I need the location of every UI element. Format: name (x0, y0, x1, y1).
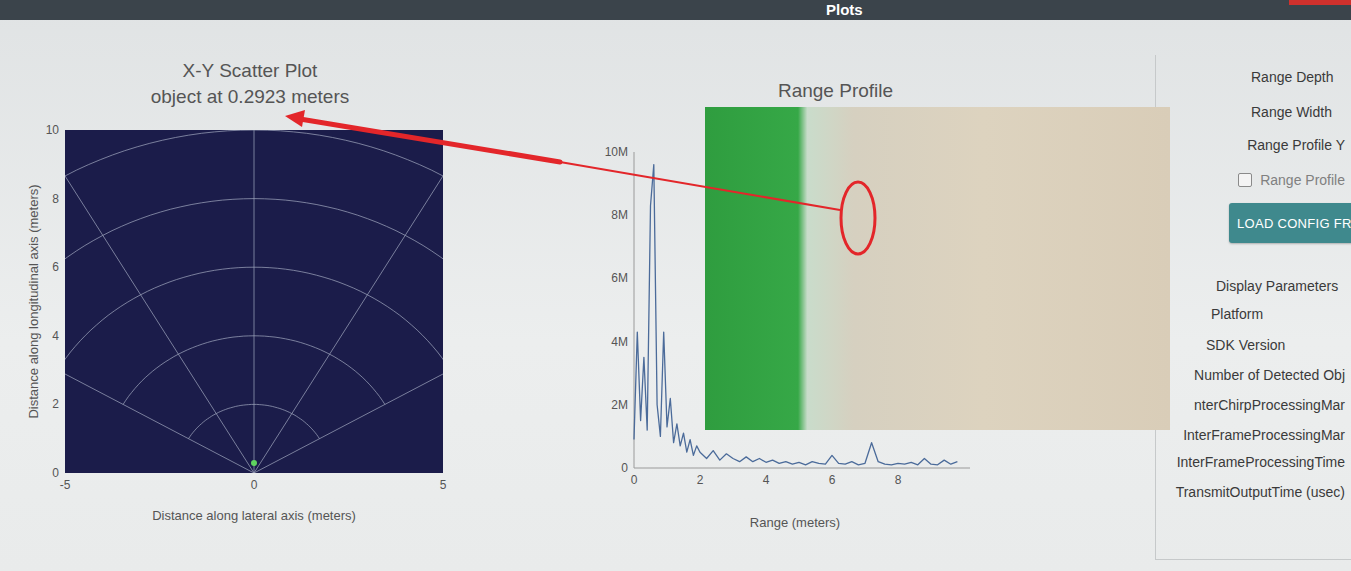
settings-row: Display Parameters (1156, 276, 1351, 296)
x-axis (634, 468, 970, 469)
setting-label: Range Depth (1251, 69, 1334, 85)
setting-label: InterFrameProcessingTime (1177, 454, 1345, 470)
range-profile-titles: Range Profile (480, 78, 1155, 104)
setting-label: Number of Detected Obj (1194, 367, 1345, 383)
settings-row: TransmitOutputTime (usec) (1156, 482, 1351, 502)
checkbox-label[interactable]: Range Profile (1260, 172, 1345, 188)
range-profile-checkbox[interactable] (1238, 173, 1252, 187)
x-tick-label: 2 (697, 473, 704, 487)
settings-row: LOAD CONFIG FR (1156, 203, 1351, 243)
x-tick-label: 5 (440, 478, 447, 492)
scatter-plot: 0246810-505Distance along longitudinal a… (0, 110, 480, 550)
setting-label: TransmitOutputTime (usec) (1176, 484, 1345, 500)
setting-label: Range Width (1251, 104, 1332, 120)
settings-row: InterFrameProcessingMar (1156, 425, 1351, 445)
setting-label: nterChirpProcessingMar (1194, 397, 1345, 413)
x-tick-label: -5 (60, 478, 71, 492)
scatter-title: X-Y Scatter Plot (20, 58, 480, 84)
settings-row: Range Depth (1156, 67, 1351, 87)
grid-ray (65, 130, 254, 473)
grid-ray (254, 130, 443, 473)
range-profile-title: Range Profile (516, 78, 1155, 104)
y-axis-label: Distance along longitudinal axis (meters… (26, 184, 41, 418)
y-tick-label: 2M (611, 398, 628, 412)
y-tick-label: 8 (52, 192, 59, 206)
settings-row: Range Width (1156, 102, 1351, 122)
load-config-button[interactable]: LOAD CONFIG FR (1229, 203, 1351, 243)
settings-row: SDK Version (1156, 335, 1351, 355)
annotation-circle (841, 182, 875, 254)
settings-row: nterChirpProcessingMar (1156, 395, 1351, 415)
x-axis-label: Distance along lateral axis (meters) (152, 508, 356, 523)
window-title: Plots (826, 0, 863, 20)
grid-ray (254, 233, 443, 473)
x-axis-label: Range (meters) (750, 515, 840, 530)
y-tick-label: 4 (52, 329, 59, 343)
x-tick-label: 0 (631, 473, 638, 487)
arrowhead-icon (285, 110, 305, 127)
title-bar: Plots (0, 0, 1351, 20)
scatter-titles: X-Y Scatter Plotobject at 0.2923 meters (0, 58, 480, 110)
annotation-overlay (0, 0, 1351, 571)
settings-row: Number of Detected Obj (1156, 365, 1351, 385)
settings-row: InterFrameProcessingTime (1156, 452, 1351, 472)
photo (705, 107, 1170, 430)
polar-grid (65, 130, 443, 473)
scatter-panel: X-Y Scatter Plotobject at 0.2923 meters 0… (0, 20, 480, 571)
y-tick-label: 2 (52, 397, 59, 411)
settings-row: Range Profile (1156, 170, 1351, 190)
red-strip (1289, 0, 1351, 5)
detected-point (251, 460, 257, 466)
y-tick-label: 0 (52, 466, 59, 480)
grid-ray (65, 233, 254, 473)
settings-panel: Range Depth Range Width Range Profile Y Ran… (1155, 55, 1351, 560)
y-tick-label: 4M (611, 335, 628, 349)
x-tick-label: 4 (763, 473, 770, 487)
setting-label: Range Profile Y (1247, 137, 1345, 153)
settings-row: Range Profile Y (1156, 135, 1351, 155)
y-tick-label: 6M (611, 271, 628, 285)
setting-label: SDK Version (1206, 337, 1285, 353)
grid-ray (254, 130, 255, 473)
x-tick-label: 0 (251, 478, 258, 492)
setting-label: Platform (1211, 306, 1263, 322)
x-tick-label: 6 (829, 473, 836, 487)
y-tick-label: 10M (605, 145, 628, 159)
y-tick-label: 6 (52, 260, 59, 274)
annotation-arrow (300, 119, 560, 162)
scatter-subtitle: object at 0.2923 meters (20, 84, 480, 110)
setting-label: Display Parameters (1216, 278, 1338, 294)
settings-row: Platform (1156, 304, 1351, 324)
y-tick-label: 10 (46, 123, 60, 137)
annotation-arrow (560, 162, 840, 210)
setting-label: InterFrameProcessingMar (1183, 427, 1345, 443)
y-tick-label: 0 (621, 461, 628, 475)
y-tick-label: 8M (611, 208, 628, 222)
x-tick-label: 8 (895, 473, 902, 487)
